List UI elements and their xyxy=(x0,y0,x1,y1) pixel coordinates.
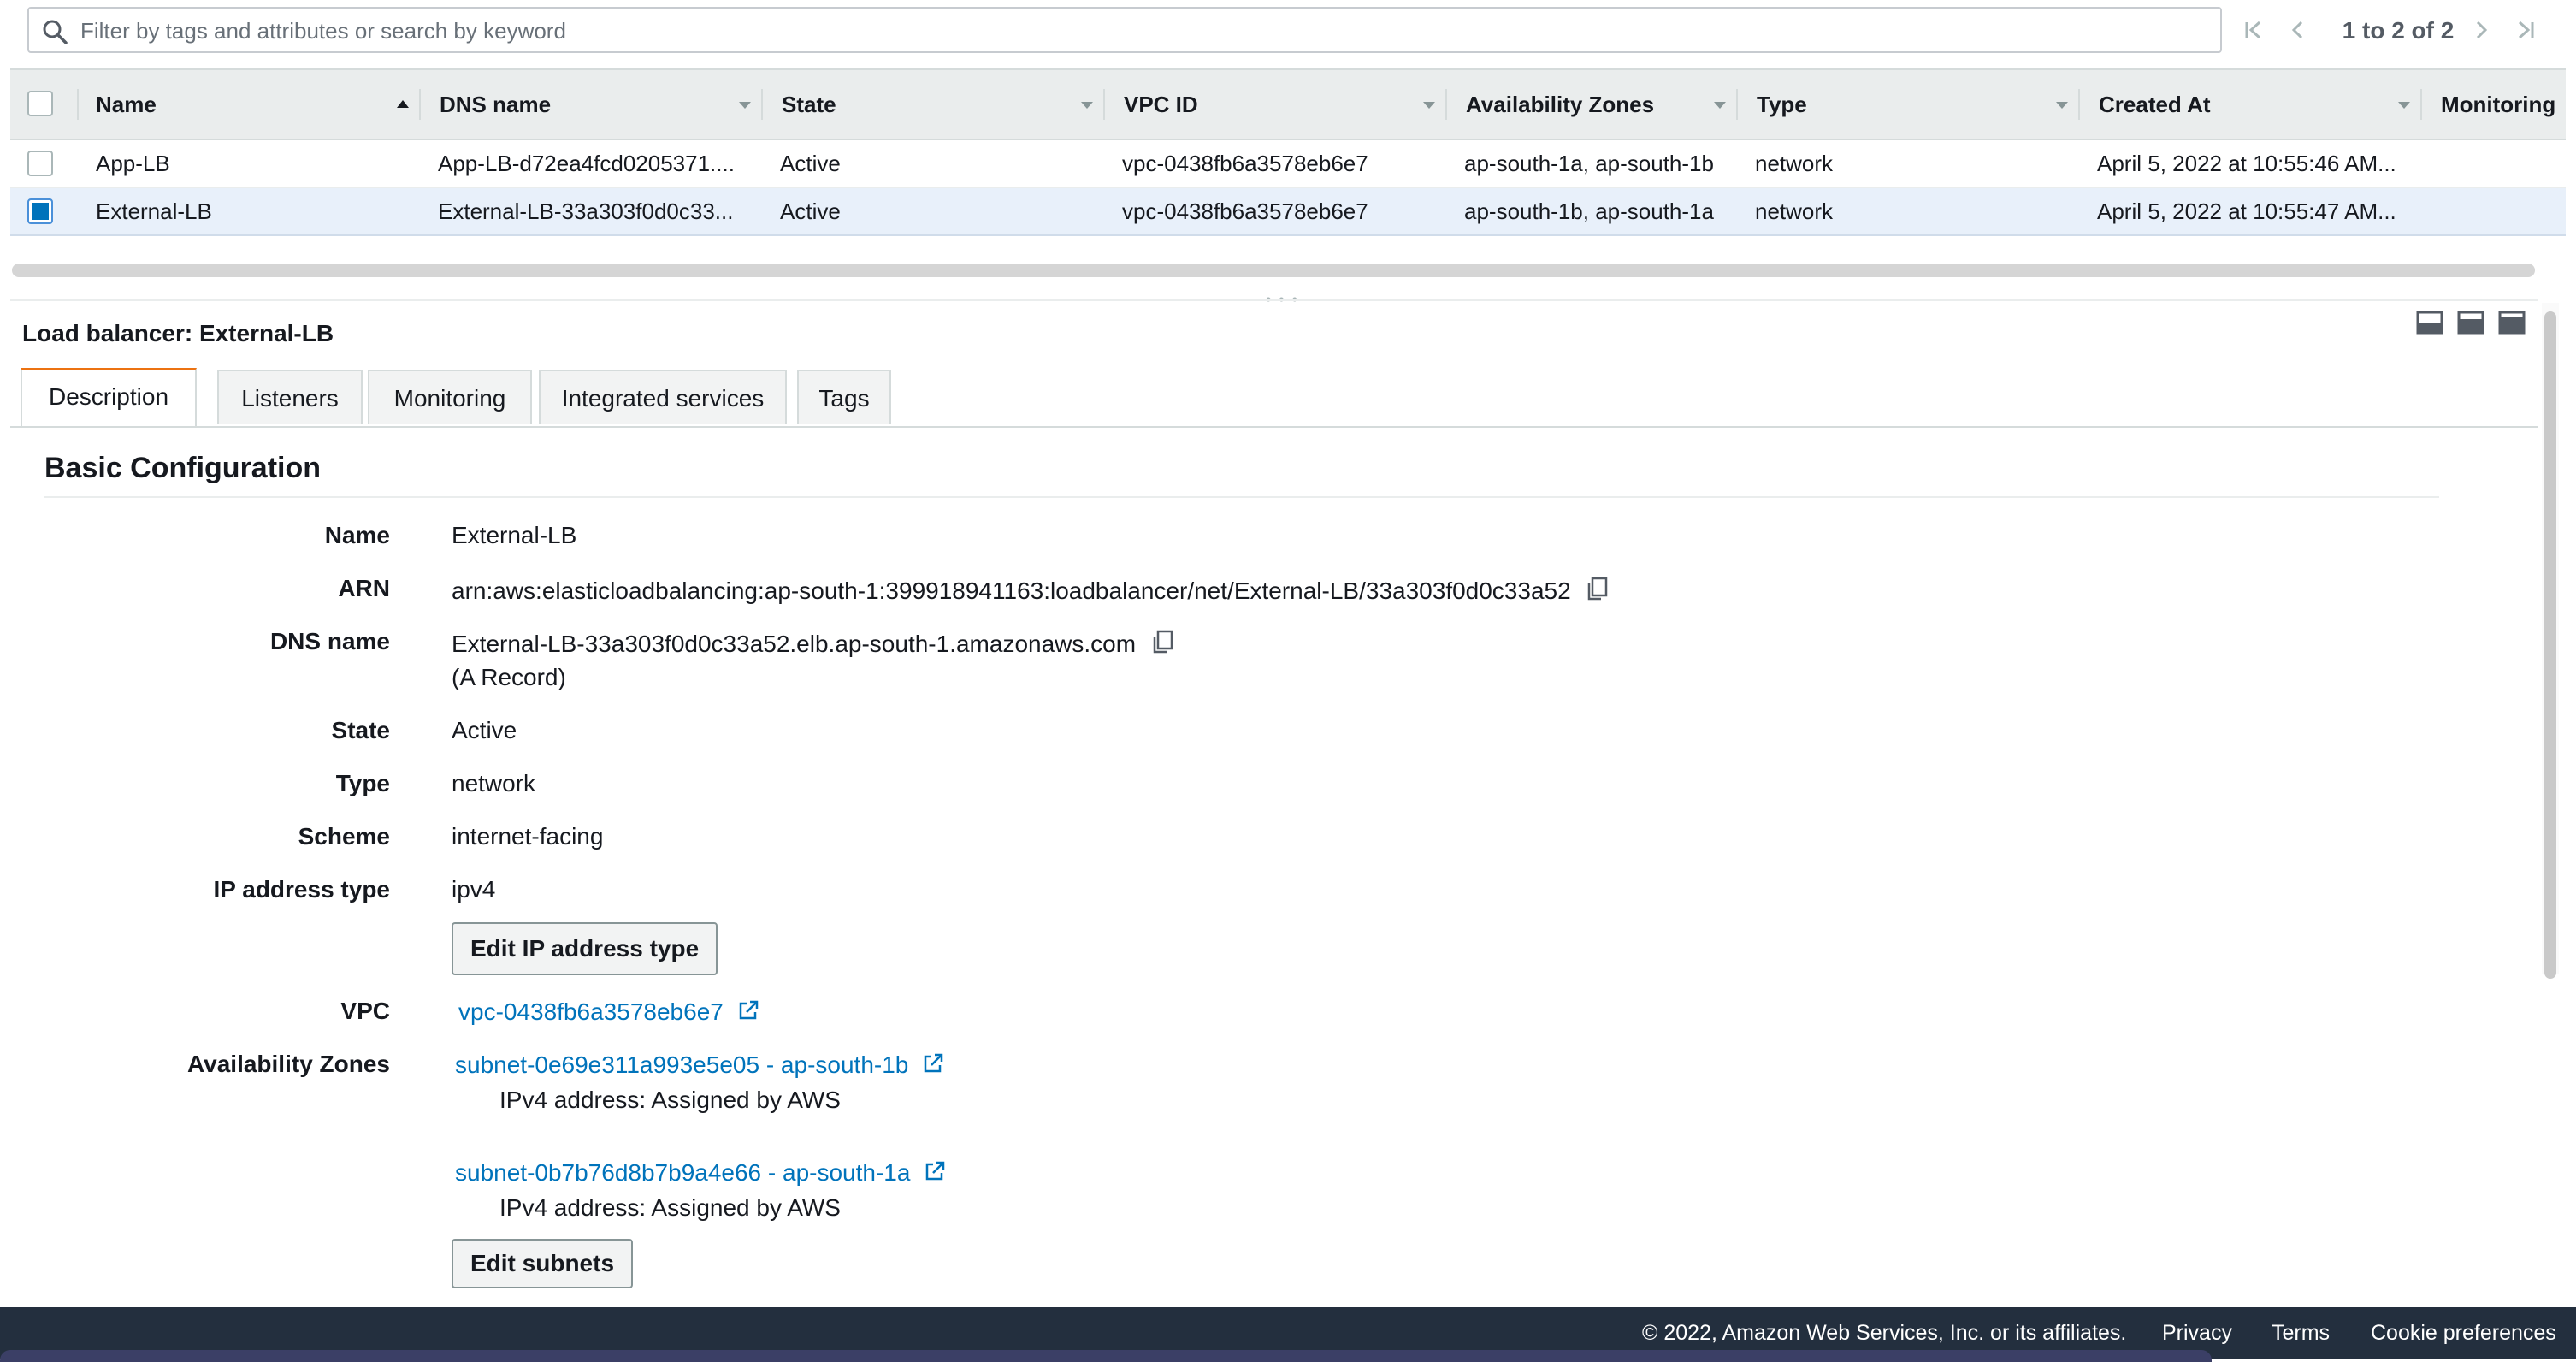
tab-description[interactable]: Description xyxy=(21,368,197,426)
subnet-ipv4-text: IPv4 address: Assigned by AWS xyxy=(499,1194,841,1221)
table-header: Name DNS name State VPC ID Availability … xyxy=(10,68,2566,140)
label-state: State xyxy=(331,717,390,743)
label-ip-address-type: IP address type xyxy=(213,876,390,903)
first-page-icon[interactable] xyxy=(2241,17,2266,43)
tab-monitoring[interactable]: Monitoring xyxy=(368,370,532,424)
details-panel: Load balancer: External-LB Description L… xyxy=(10,299,2538,1295)
cell-name: App-LB xyxy=(96,151,170,176)
cell-availability-zones: ap-south-1a, ap-south-1b xyxy=(1464,151,1714,176)
footer-cookie-preferences-link[interactable]: Cookie preferences xyxy=(2371,1321,2556,1346)
cell-state: Active xyxy=(780,151,841,176)
edit-subnets-button[interactable]: Edit subnets xyxy=(452,1239,634,1288)
value-arn: arn:aws:elasticloadbalancing:ap-south-1:… xyxy=(452,575,1611,605)
external-link-icon[interactable] xyxy=(922,1158,948,1184)
subnet-item: subnet-0e69e311a993e5e05 - ap-south-1b xyxy=(455,1051,946,1079)
label-availability-zones: Availability Zones xyxy=(186,1051,390,1077)
external-link-icon[interactable] xyxy=(736,998,761,1023)
column-header-state[interactable]: State xyxy=(782,70,836,139)
label-scheme: Scheme xyxy=(298,823,390,850)
cell-created-at: April 5, 2022 at 10:55:46 AM... xyxy=(2097,151,2396,176)
value-dns-name: External-LB-33a303f0d0c33a52.elb.ap-sout… xyxy=(452,628,1177,658)
column-header-name[interactable]: Name xyxy=(96,70,157,139)
cell-created-at: April 5, 2022 at 10:55:47 AM... xyxy=(2097,198,2396,224)
subnet-link[interactable]: subnet-0b7b76d8b7b9a4e66 - ap-south-1a xyxy=(455,1159,910,1186)
search-box[interactable] xyxy=(27,7,2222,53)
label-type: Type xyxy=(335,770,390,796)
external-link-icon[interactable] xyxy=(920,1051,946,1076)
last-page-icon[interactable] xyxy=(2513,17,2538,43)
previous-page-icon[interactable] xyxy=(2285,17,2311,43)
layout-full-icon[interactable] xyxy=(2497,308,2526,337)
sort-caret-icon[interactable] xyxy=(1081,102,1093,109)
subnet-item: subnet-0b7b76d8b7b9a4e66 - ap-south-1a xyxy=(455,1158,948,1187)
column-header-vpc-id[interactable]: VPC ID xyxy=(1124,70,1198,139)
sort-caret-icon[interactable] xyxy=(1714,102,1726,109)
footer-copyright: © 2022, Amazon Web Services, Inc. or its… xyxy=(1642,1321,2127,1345)
value-scheme: internet-facing xyxy=(452,823,604,850)
horizontal-scrollbar[interactable] xyxy=(12,264,2535,277)
cell-type: network xyxy=(1755,198,1834,224)
sort-ascending-icon[interactable] xyxy=(397,100,409,108)
cell-vpc-id: vpc-0438fb6a3578eb6e7 xyxy=(1122,198,1368,224)
subnet-link[interactable]: subnet-0e69e311a993e5e05 - ap-south-1b xyxy=(455,1051,908,1078)
subnet-ipv4-text: IPv4 address: Assigned by AWS xyxy=(499,1087,841,1113)
next-page-icon[interactable] xyxy=(2468,17,2494,43)
label-arn: ARN xyxy=(338,575,390,601)
layout-split-icon[interactable] xyxy=(2456,308,2485,337)
column-header-created-at[interactable]: Created At xyxy=(2099,70,2211,139)
select-all-checkbox[interactable] xyxy=(27,91,53,116)
vertical-scrollbar[interactable] xyxy=(2542,303,2559,979)
search-input[interactable] xyxy=(79,9,2203,53)
tab-integrated-services[interactable]: Integrated services xyxy=(539,370,787,424)
layout-bottom-icon[interactable] xyxy=(2415,308,2444,337)
sort-caret-icon[interactable] xyxy=(1423,102,1435,109)
cell-dns-name: App-LB-d72ea4fcd0205371.... xyxy=(438,151,735,176)
cell-state: Active xyxy=(780,198,841,224)
pagination-text: 1 to 2 of 2 xyxy=(2342,17,2455,44)
footer-privacy-link[interactable]: Privacy xyxy=(2162,1321,2232,1346)
value-type: network xyxy=(452,770,536,796)
column-header-monitoring[interactable]: Monitoring xyxy=(2441,70,2555,139)
arn-text: arn:aws:elasticloadbalancing:ap-south-1:… xyxy=(452,577,1571,604)
sort-caret-icon[interactable] xyxy=(2056,102,2068,109)
value-vpc: vpc-0438fb6a3578eb6e7 xyxy=(458,998,761,1026)
value-dns-record: (A Record) xyxy=(452,664,566,690)
tab-tags[interactable]: Tags xyxy=(797,370,891,424)
copy-icon[interactable] xyxy=(1584,575,1611,602)
label-dns-name: DNS name xyxy=(269,628,390,654)
dock-bar xyxy=(0,1350,2212,1362)
footer-terms-link[interactable]: Terms xyxy=(2272,1321,2330,1346)
pagination: 1 to 2 of 2 xyxy=(2241,9,2566,51)
value-state: Active xyxy=(452,717,517,743)
value-name: External-LB xyxy=(452,522,577,548)
row-checkbox-checked[interactable] xyxy=(27,198,53,224)
cell-type: network xyxy=(1755,151,1834,176)
sort-caret-icon[interactable] xyxy=(739,102,751,109)
tab-listeners[interactable]: Listeners xyxy=(217,370,363,424)
value-ip-address-type: ipv4 xyxy=(452,876,496,903)
cell-availability-zones: ap-south-1b, ap-south-1a xyxy=(1464,198,1714,224)
edit-ip-address-type-button[interactable]: Edit IP address type xyxy=(452,922,718,975)
row-checkbox[interactable] xyxy=(27,151,53,176)
section-title: Basic Configuration xyxy=(44,452,322,484)
dns-text: External-LB-33a303f0d0c33a52.elb.ap-sout… xyxy=(452,631,1137,657)
cell-vpc-id: vpc-0438fb6a3578eb6e7 xyxy=(1122,151,1368,176)
column-header-dns-name[interactable]: DNS name xyxy=(440,70,551,139)
footer: © 2022, Amazon Web Services, Inc. or its… xyxy=(0,1307,2576,1362)
table-row-selected[interactable]: External-LB External-LB-33a303f0d0c33...… xyxy=(10,188,2566,236)
search-icon xyxy=(41,18,68,45)
column-header-type[interactable]: Type xyxy=(1757,70,1807,139)
panel-title: Load balancer: External-LB xyxy=(22,320,334,346)
cell-name: External-LB xyxy=(96,198,212,224)
vpc-link[interactable]: vpc-0438fb6a3578eb6e7 xyxy=(458,998,724,1025)
cell-dns-name: External-LB-33a303f0d0c33... xyxy=(438,198,734,224)
label-vpc: VPC xyxy=(340,998,390,1024)
copy-icon[interactable] xyxy=(1149,628,1177,655)
table-row[interactable]: App-LB App-LB-d72ea4fcd0205371.... Activ… xyxy=(10,140,2566,188)
label-name: Name xyxy=(324,522,390,548)
sort-caret-icon[interactable] xyxy=(2398,102,2410,109)
column-header-availability-zones[interactable]: Availability Zones xyxy=(1466,70,1654,139)
